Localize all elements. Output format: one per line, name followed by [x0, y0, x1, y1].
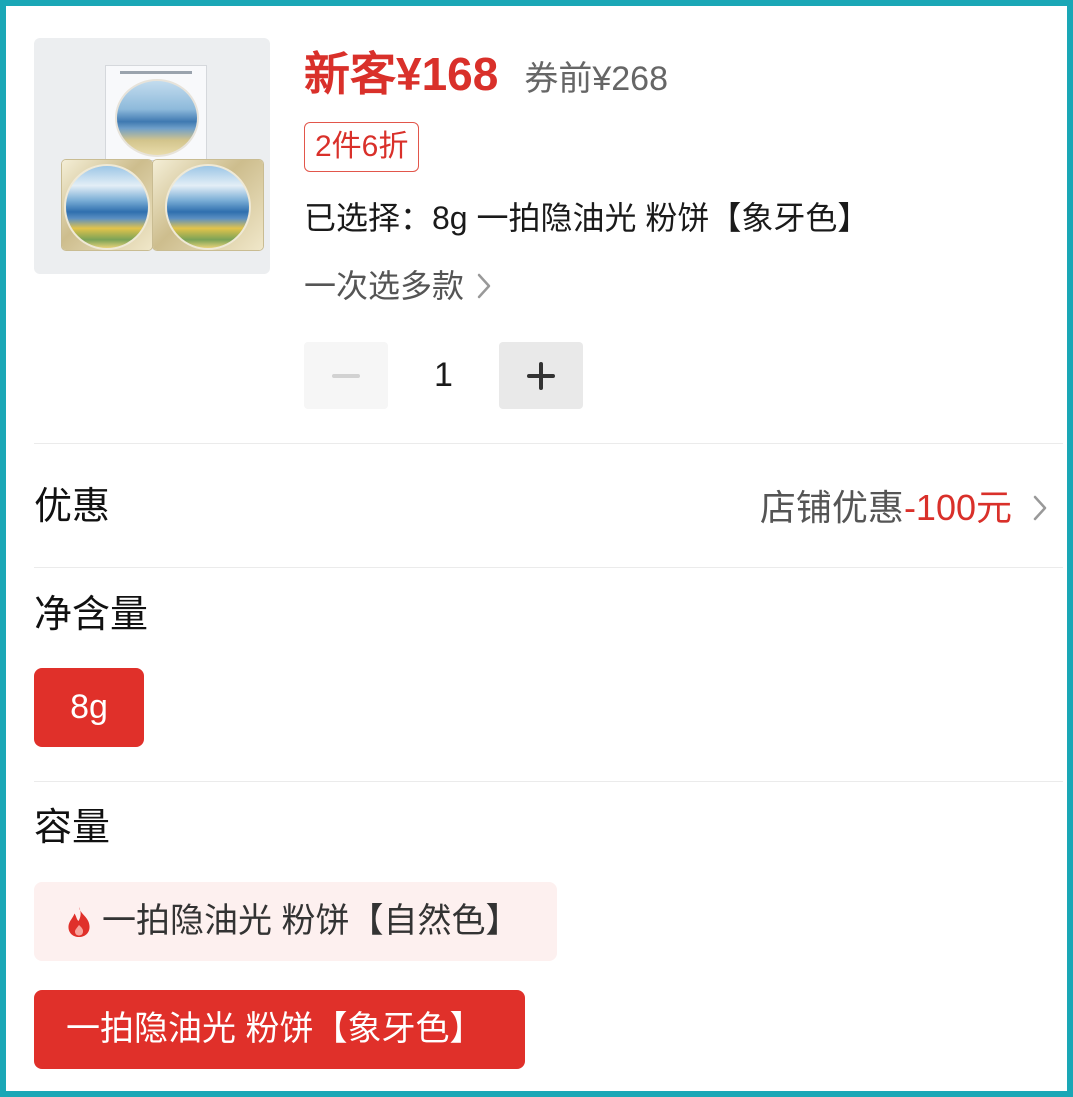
flame-icon: [68, 906, 90, 937]
discount-label: 优惠: [34, 486, 111, 528]
capacity-option-label: 一拍隐油光 粉饼【自然色】: [102, 902, 520, 940]
capacity-option-ivory[interactable]: 一拍隐油光 粉饼【象牙色】: [34, 990, 526, 1069]
product-image[interactable]: [34, 38, 270, 274]
multi-select-link[interactable]: 一次选多款: [304, 264, 492, 308]
multi-select-label: 一次选多款: [304, 268, 465, 304]
capacity-label: 容量: [34, 807, 111, 849]
compact-illustration: [153, 160, 263, 250]
plus-icon-stroke: [539, 361, 543, 390]
capacity-option-natural[interactable]: 一拍隐油光 粉饼【自然色】: [34, 882, 558, 961]
quantity-value[interactable]: 1: [388, 342, 499, 409]
net-content-label: 净含量: [34, 594, 149, 636]
current-price: 新客¥168: [304, 48, 499, 100]
compact-lid-art: [64, 164, 150, 250]
promo-tag: 2件6折: [304, 122, 420, 172]
divider: [34, 781, 1063, 782]
quantity-decrement-button[interactable]: [304, 342, 388, 409]
price-row: 新客¥168 券前¥268: [304, 44, 668, 109]
discount-detail-link[interactable]: 店铺优惠 -100元: [760, 485, 1048, 531]
selected-sku-summary: 已选择：8g 一拍隐油光 粉饼【象牙色】: [304, 200, 870, 236]
chevron-right-icon: [477, 273, 491, 299]
chevron-right-icon: [1033, 495, 1047, 521]
divider: [34, 443, 1063, 444]
minus-icon: [332, 373, 360, 378]
compact-illustration: [62, 160, 152, 250]
product-box-window: [115, 79, 199, 157]
original-price: 券前¥268: [524, 60, 668, 98]
compact-lid-art: [165, 164, 251, 250]
divider: [34, 567, 1063, 568]
discount-amount: -100元: [903, 487, 1012, 528]
discount-type: 店铺优惠: [759, 487, 904, 528]
quantity-increment-button[interactable]: [499, 342, 583, 409]
product-box-illustration: [106, 66, 206, 160]
net-content-option-8g[interactable]: 8g: [34, 668, 144, 747]
product-box-print: [120, 71, 192, 74]
